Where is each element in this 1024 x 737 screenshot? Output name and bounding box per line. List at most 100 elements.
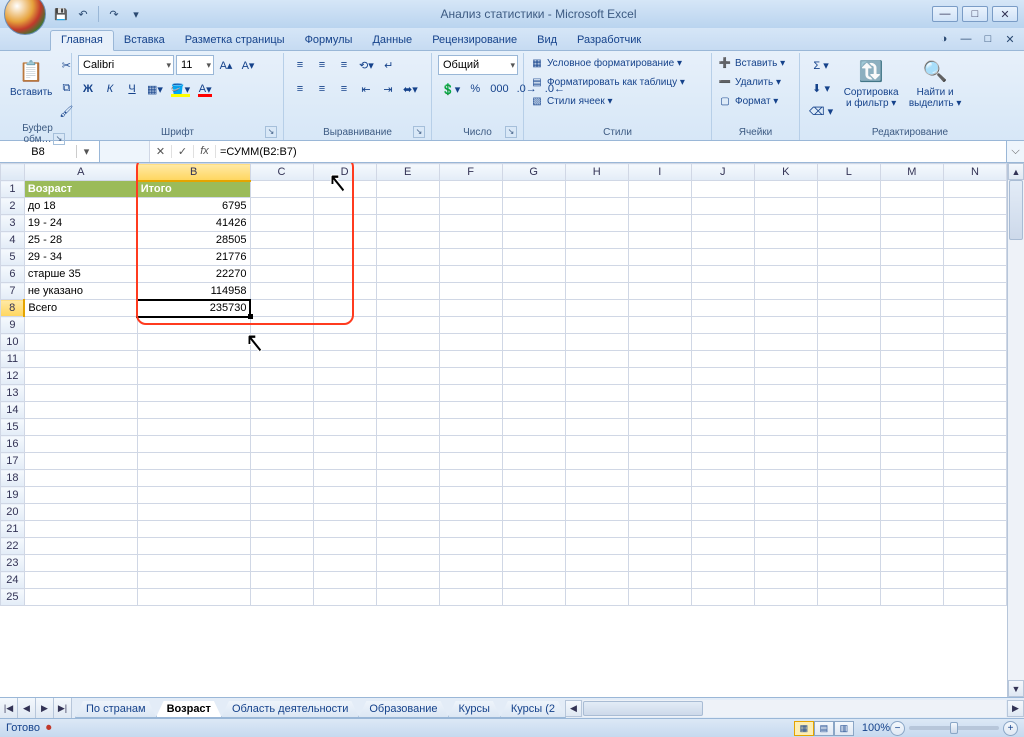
tab-formulas[interactable]: Формулы xyxy=(295,31,363,50)
cell[interactable] xyxy=(628,470,691,487)
cell[interactable] xyxy=(754,589,817,606)
cell[interactable] xyxy=(565,198,628,215)
cell[interactable] xyxy=(691,368,754,385)
sheet-tab[interactable]: Курсы (2 xyxy=(500,701,566,718)
cell[interactable] xyxy=(691,555,754,572)
tab-view[interactable]: Вид xyxy=(527,31,567,50)
cell[interactable] xyxy=(754,402,817,419)
cell[interactable] xyxy=(880,419,943,436)
cell[interactable] xyxy=(754,385,817,402)
percent-button[interactable]: % xyxy=(465,79,485,99)
cell[interactable] xyxy=(313,436,376,453)
cell[interactable] xyxy=(628,266,691,283)
column-header[interactable]: J xyxy=(691,164,754,181)
cell[interactable] xyxy=(376,589,439,606)
cell[interactable]: 21776 xyxy=(137,249,250,266)
cell[interactable] xyxy=(880,334,943,351)
cell[interactable] xyxy=(880,436,943,453)
cell[interactable] xyxy=(817,368,880,385)
cell[interactable] xyxy=(502,198,565,215)
cell[interactable] xyxy=(250,215,313,232)
cell[interactable] xyxy=(817,521,880,538)
delete-cells-button[interactable]: ➖Удалить ▾ xyxy=(718,74,785,90)
tab-home[interactable]: Главная xyxy=(50,30,114,51)
cell[interactable]: старше 35 xyxy=(24,266,137,283)
cell[interactable] xyxy=(376,487,439,504)
cell[interactable] xyxy=(439,181,502,198)
cell[interactable] xyxy=(313,419,376,436)
cell[interactable] xyxy=(565,249,628,266)
cell[interactable] xyxy=(943,521,1006,538)
autosum-button[interactable]: Σ ▾ xyxy=(806,55,836,75)
undo-icon[interactable]: ↶ xyxy=(74,5,92,23)
cell[interactable] xyxy=(502,266,565,283)
cell[interactable] xyxy=(137,402,250,419)
cell[interactable] xyxy=(313,283,376,300)
cell[interactable] xyxy=(943,368,1006,385)
cell[interactable]: 22270 xyxy=(137,266,250,283)
cell[interactable] xyxy=(691,589,754,606)
cell[interactable] xyxy=(24,402,137,419)
align-left-button[interactable]: ≡ xyxy=(290,79,310,99)
cell[interactable] xyxy=(565,334,628,351)
cell[interactable] xyxy=(313,266,376,283)
cell[interactable] xyxy=(691,402,754,419)
cell[interactable] xyxy=(376,300,439,317)
cell[interactable] xyxy=(817,453,880,470)
cell[interactable] xyxy=(691,470,754,487)
cell[interactable] xyxy=(943,385,1006,402)
cell[interactable] xyxy=(691,538,754,555)
column-header[interactable]: I xyxy=(628,164,691,181)
cell[interactable] xyxy=(691,572,754,589)
cell[interactable] xyxy=(754,436,817,453)
cell[interactable] xyxy=(313,385,376,402)
cell[interactable] xyxy=(24,572,137,589)
cell[interactable] xyxy=(439,470,502,487)
cell[interactable] xyxy=(817,283,880,300)
cell[interactable] xyxy=(628,538,691,555)
cell[interactable] xyxy=(376,181,439,198)
zoom-out-button[interactable]: − xyxy=(890,721,905,736)
cell[interactable] xyxy=(313,249,376,266)
cell[interactable] xyxy=(880,402,943,419)
cell[interactable] xyxy=(817,470,880,487)
cell[interactable] xyxy=(250,487,313,504)
cell[interactable] xyxy=(565,589,628,606)
cell[interactable] xyxy=(439,538,502,555)
cell[interactable] xyxy=(943,538,1006,555)
cell[interactable] xyxy=(24,521,137,538)
cell[interactable] xyxy=(565,232,628,249)
cell[interactable] xyxy=(565,470,628,487)
font-name-combo[interactable]: Calibri xyxy=(78,55,174,75)
cell[interactable] xyxy=(628,317,691,334)
cell[interactable] xyxy=(24,385,137,402)
cell[interactable] xyxy=(439,351,502,368)
cell[interactable] xyxy=(502,249,565,266)
cell[interactable] xyxy=(943,215,1006,232)
cell[interactable] xyxy=(565,555,628,572)
cell[interactable] xyxy=(376,470,439,487)
cell[interactable] xyxy=(754,266,817,283)
cell[interactable] xyxy=(502,589,565,606)
shrink-font-button[interactable]: A▾ xyxy=(238,55,258,75)
cell[interactable] xyxy=(502,487,565,504)
cell[interactable] xyxy=(565,538,628,555)
cell[interactable] xyxy=(565,487,628,504)
cell[interactable] xyxy=(439,385,502,402)
cell[interactable] xyxy=(250,402,313,419)
cell[interactable] xyxy=(943,266,1006,283)
zoom-in-button[interactable]: + xyxy=(1003,721,1018,736)
hscroll-right-button[interactable]: ▶ xyxy=(1007,700,1024,717)
cell[interactable] xyxy=(880,368,943,385)
cell[interactable] xyxy=(502,402,565,419)
cell[interactable] xyxy=(313,487,376,504)
cell[interactable] xyxy=(754,504,817,521)
cell[interactable] xyxy=(943,283,1006,300)
cell[interactable] xyxy=(24,555,137,572)
cell[interactable] xyxy=(24,589,137,606)
cell[interactable]: не указано xyxy=(24,283,137,300)
find-select-button[interactable]: 🔍 Найти и выделить ▾ xyxy=(906,55,964,109)
cell[interactable] xyxy=(754,215,817,232)
alignment-launcher[interactable]: ↘ xyxy=(413,126,425,138)
cell[interactable] xyxy=(313,334,376,351)
